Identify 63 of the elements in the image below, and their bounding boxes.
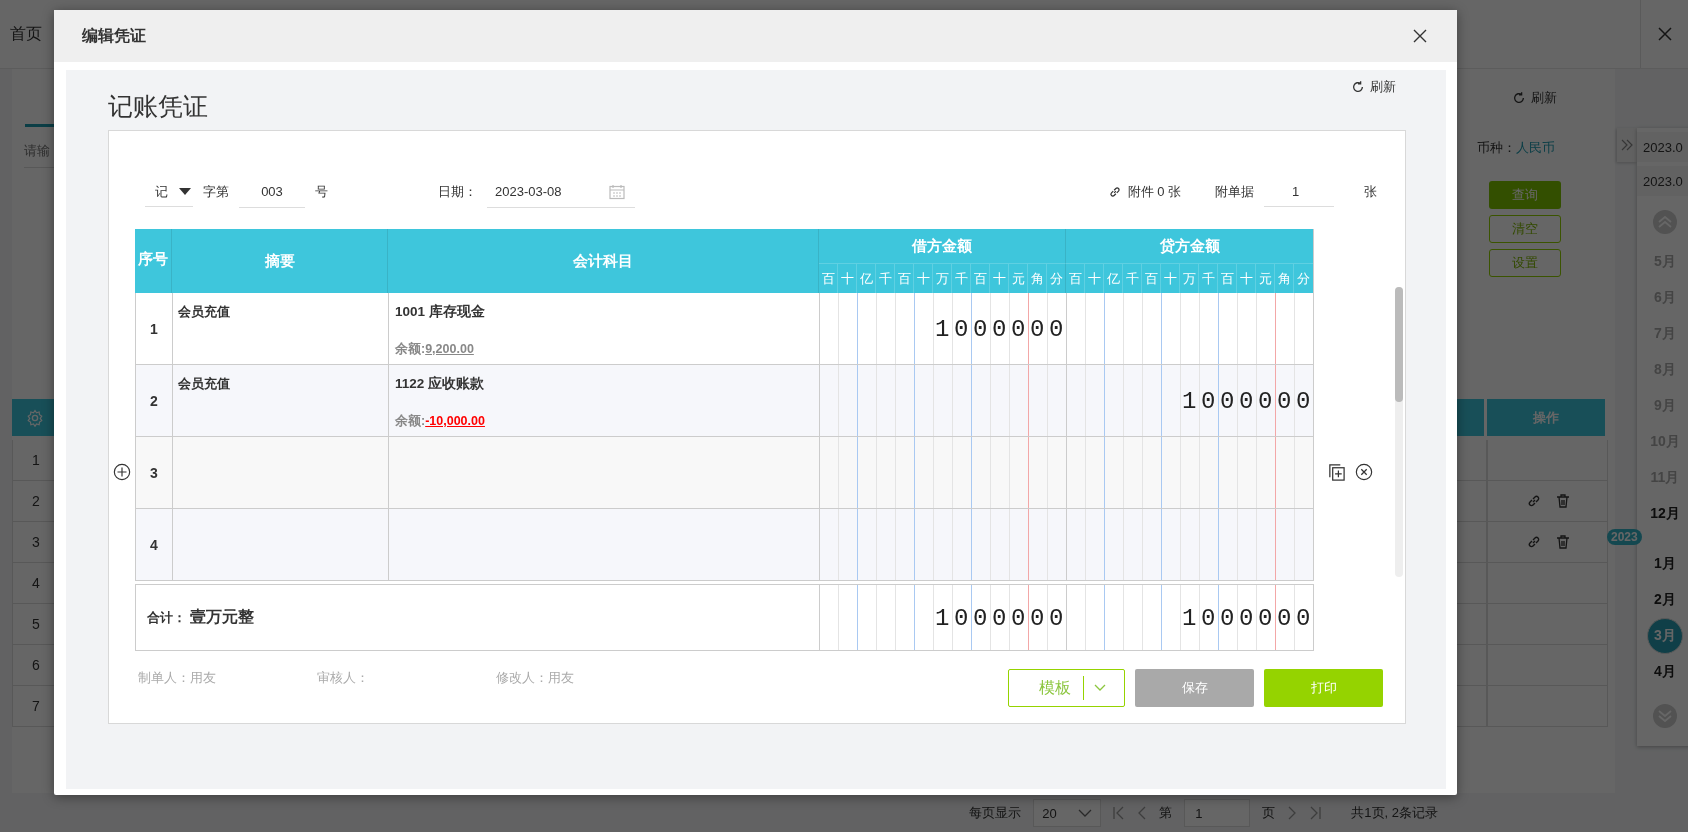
word-suffix: 字第 xyxy=(203,183,229,201)
date-field[interactable]: 2023-03-08 xyxy=(487,176,635,208)
month-item[interactable]: 2月 xyxy=(1647,582,1683,618)
date-field[interactable]: 2023.0 xyxy=(1637,132,1688,162)
month-item[interactable]: 12月 xyxy=(1647,496,1683,532)
page-field[interactable]: 1 xyxy=(1184,799,1251,827)
digit-header: 分 xyxy=(1295,269,1311,288)
amount-text: 1000000 xyxy=(1181,387,1315,414)
account-text[interactable]: 1001 库存现金 xyxy=(395,303,813,321)
amount-text: 1000000 xyxy=(1181,604,1315,631)
document-label: 附单据 xyxy=(1215,183,1254,201)
table-header-cell: 操作 xyxy=(1487,399,1608,436)
column-header: 会计科目 xyxy=(388,229,819,293)
signature-text: 审核人： xyxy=(317,669,370,687)
number-field[interactable]: 003 xyxy=(239,176,305,208)
template-button[interactable]: 模板 xyxy=(1008,669,1125,707)
voucher-heading: 记账凭证 xyxy=(108,91,208,122)
voucher-word-select[interactable]: 记 xyxy=(145,177,193,207)
row-number: 3 xyxy=(135,437,172,509)
digit-header: 分 xyxy=(1048,269,1064,288)
page-prefix: 第 xyxy=(1159,804,1173,822)
number-suffix: 号 xyxy=(315,183,328,201)
column-header: 序号 xyxy=(135,229,172,293)
row-number: 2 xyxy=(135,365,172,437)
amount-text: 1000000 xyxy=(934,604,1068,631)
month-item[interactable]: 1月 xyxy=(1647,546,1683,582)
month-item[interactable]: 4月 xyxy=(1647,654,1683,690)
year-badge: 2023 xyxy=(1607,529,1642,545)
amount-text: 1000000 xyxy=(934,315,1068,342)
column-header: 贷方金额 xyxy=(1066,229,1313,264)
month-item[interactable]: 3月 xyxy=(1647,618,1683,654)
dialog-title: 编辑凭证 xyxy=(82,25,146,46)
currency-label: 币种： xyxy=(1477,139,1516,157)
total-label: 合计： xyxy=(147,608,186,627)
attachment-button[interactable]: 附件 0 张 xyxy=(1107,183,1181,201)
currency-value[interactable]: 人民币 xyxy=(1516,139,1555,157)
filter-button[interactable]: 清空 xyxy=(1489,215,1561,243)
print-button[interactable]: 打印 xyxy=(1264,669,1383,707)
pager-summary: 共1页, 2条记录 xyxy=(1351,804,1438,822)
row-number: 1 xyxy=(135,293,172,365)
balance-text: 余额:9,200.00 xyxy=(395,341,475,358)
document-unit: 张 xyxy=(1364,183,1377,201)
page-suffix: 页 xyxy=(1262,804,1276,822)
per-page-select[interactable]: 20 xyxy=(1033,799,1102,827)
column-header: 借方金额 xyxy=(819,229,1066,264)
signature-text: 制单人：用友 xyxy=(138,669,217,687)
filter-button[interactable]: 查询 xyxy=(1489,181,1561,209)
refresh-button[interactable]: 刷新 xyxy=(1512,89,1557,107)
summary-text[interactable]: 会员充值 xyxy=(178,376,230,391)
per-page-label: 每页显示 xyxy=(969,804,1022,822)
summary-text[interactable]: 会员充值 xyxy=(178,304,230,319)
column-header: 摘要 xyxy=(172,229,388,293)
date-field[interactable]: 2023.0 xyxy=(1637,166,1688,196)
home-tab[interactable]: 首页 xyxy=(10,23,42,45)
refresh-button[interactable]: 刷新 xyxy=(1351,78,1396,96)
date-label: 日期： xyxy=(438,183,477,201)
total-in-words: 壹万元整 xyxy=(190,607,254,627)
filter-button[interactable]: 设置 xyxy=(1489,249,1561,277)
document-count-field[interactable]: 1 xyxy=(1264,177,1334,207)
row-number: 4 xyxy=(135,509,172,581)
account-text[interactable]: 1122 应收账款 xyxy=(395,375,813,393)
balance-text: 余额:-10,000.00 xyxy=(395,413,486,430)
signature-text: 修改人：用友 xyxy=(496,669,575,687)
